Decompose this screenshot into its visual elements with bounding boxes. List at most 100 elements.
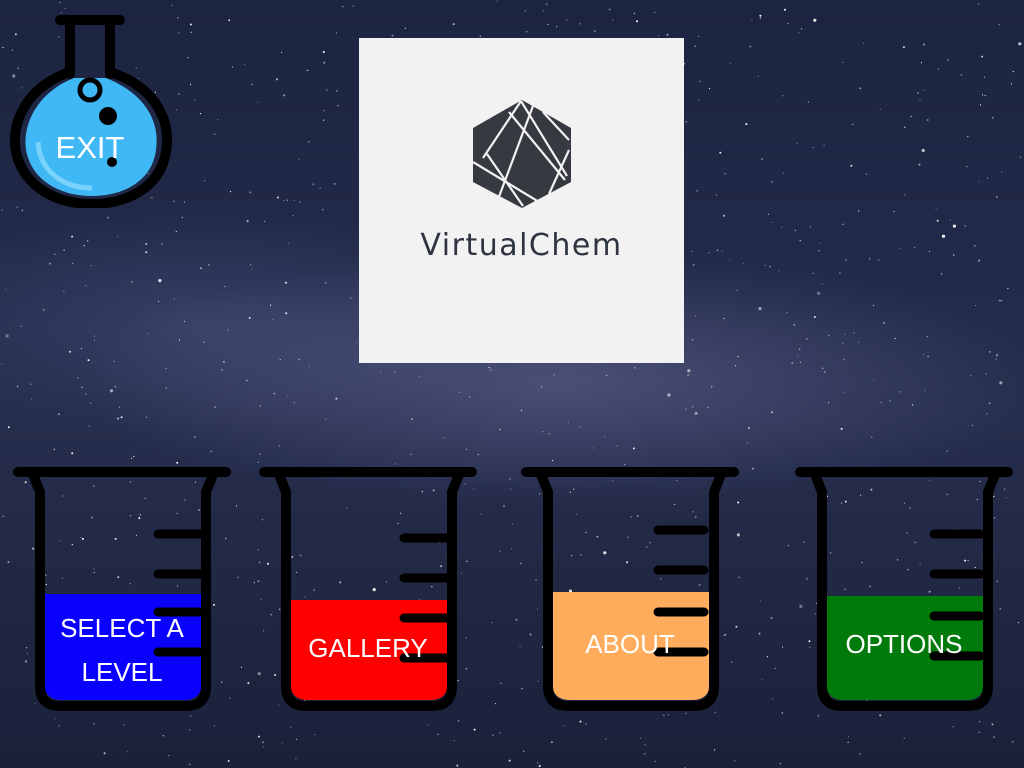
star bbox=[899, 391, 901, 393]
options-label-line-1: OPTIONS bbox=[845, 629, 963, 659]
star bbox=[640, 737, 642, 740]
star bbox=[699, 80, 701, 82]
star bbox=[904, 126, 906, 128]
star bbox=[322, 209, 324, 211]
star bbox=[685, 408, 687, 410]
star bbox=[158, 279, 162, 283]
star bbox=[20, 325, 22, 327]
star bbox=[93, 723, 95, 725]
star bbox=[984, 94, 986, 97]
star bbox=[782, 95, 784, 97]
star bbox=[1018, 621, 1020, 624]
star bbox=[767, 213, 770, 215]
star bbox=[924, 389, 926, 391]
star bbox=[87, 240, 89, 242]
star bbox=[685, 121, 687, 123]
star bbox=[85, 284, 87, 287]
star bbox=[606, 374, 608, 376]
beaker-icon bbox=[795, 467, 1013, 711]
star bbox=[123, 724, 125, 726]
star bbox=[918, 163, 921, 166]
logo-card: VirtualChem bbox=[359, 38, 684, 363]
star bbox=[285, 312, 288, 315]
star bbox=[293, 199, 295, 201]
star bbox=[978, 3, 980, 5]
star bbox=[71, 235, 74, 238]
select-level-button[interactable]: SELECT A LEVEL bbox=[12, 466, 232, 716]
star bbox=[999, 381, 1003, 385]
star bbox=[200, 113, 202, 115]
star bbox=[772, 698, 774, 700]
star bbox=[974, 245, 976, 247]
star bbox=[711, 386, 713, 388]
star bbox=[871, 436, 873, 438]
star bbox=[93, 339, 95, 341]
star bbox=[1001, 171, 1003, 173]
star bbox=[342, 6, 344, 8]
star bbox=[214, 133, 216, 135]
star bbox=[247, 682, 250, 685]
star bbox=[771, 181, 773, 183]
star bbox=[200, 267, 203, 270]
star bbox=[54, 718, 56, 720]
star bbox=[177, 17, 179, 19]
star bbox=[7, 426, 10, 429]
star bbox=[1, 209, 3, 211]
star bbox=[923, 89, 925, 91]
select-level-label: SELECT A LEVEL bbox=[32, 606, 212, 694]
star bbox=[989, 402, 991, 404]
star bbox=[147, 332, 149, 334]
star bbox=[508, 759, 511, 762]
star bbox=[749, 45, 752, 48]
star bbox=[58, 413, 60, 416]
star bbox=[839, 272, 841, 274]
star bbox=[995, 358, 997, 360]
star bbox=[30, 383, 32, 385]
star bbox=[921, 148, 925, 153]
star bbox=[612, 19, 614, 21]
star bbox=[499, 732, 501, 734]
star bbox=[217, 119, 219, 121]
star bbox=[850, 164, 853, 167]
star bbox=[550, 741, 553, 744]
star bbox=[526, 31, 528, 33]
star bbox=[178, 32, 180, 34]
star bbox=[683, 63, 686, 65]
star bbox=[791, 362, 794, 364]
star bbox=[579, 23, 581, 25]
exit-button[interactable]: EXIT bbox=[8, 12, 176, 208]
star bbox=[941, 273, 943, 275]
star bbox=[298, 158, 300, 160]
star bbox=[453, 740, 455, 742]
star bbox=[882, 321, 885, 324]
star bbox=[692, 264, 695, 266]
star bbox=[83, 245, 85, 247]
about-button[interactable]: ABOUT bbox=[520, 466, 740, 716]
gallery-button[interactable]: GALLERY bbox=[258, 466, 478, 716]
main-menu-screen: EXIT VirtualChem SELECT A LEVEL GALLERY … bbox=[0, 0, 1024, 768]
star bbox=[72, 262, 74, 265]
options-button[interactable]: OPTIONS bbox=[794, 466, 1014, 716]
star bbox=[828, 335, 830, 337]
star bbox=[993, 736, 995, 738]
star bbox=[194, 436, 196, 438]
star bbox=[981, 94, 984, 96]
star bbox=[249, 191, 252, 194]
star bbox=[58, 725, 60, 727]
star bbox=[523, 750, 525, 752]
star bbox=[654, 11, 656, 13]
star bbox=[524, 10, 526, 12]
star bbox=[117, 417, 120, 420]
star bbox=[784, 8, 786, 11]
star bbox=[165, 387, 167, 389]
star bbox=[798, 32, 800, 34]
star bbox=[608, 8, 611, 11]
star bbox=[556, 26, 558, 28]
star bbox=[109, 389, 114, 393]
star bbox=[5, 334, 9, 338]
star bbox=[178, 339, 181, 341]
star bbox=[781, 712, 783, 714]
star bbox=[264, 220, 266, 222]
star bbox=[844, 333, 846, 335]
star bbox=[511, 548, 513, 550]
